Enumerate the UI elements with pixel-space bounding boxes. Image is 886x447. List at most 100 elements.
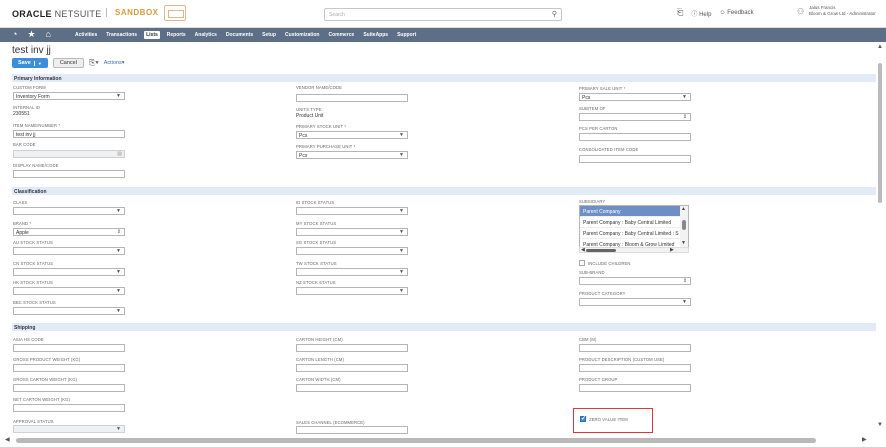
star-icon[interactable]: ★ bbox=[27, 29, 35, 40]
class-select[interactable]: ▼ bbox=[13, 207, 125, 215]
actions-menu[interactable]: Actions▾ bbox=[104, 60, 125, 66]
brand-select[interactable]: Apple ⇕ bbox=[13, 228, 125, 236]
subsidiary-hscrollbar[interactable]: ◀ ▶ bbox=[579, 247, 689, 253]
user-role-icon[interactable]: ⚇ bbox=[797, 7, 804, 16]
button-row: Save ▼ Cancel ⎘▾ Actions▾ bbox=[12, 58, 125, 68]
include-children-checkbox[interactable] bbox=[579, 260, 585, 266]
nav-item-reports[interactable]: Reports bbox=[165, 31, 188, 39]
nav-item-analytics[interactable]: Analytics bbox=[193, 31, 219, 39]
bbc-stock-status-select[interactable]: ▼ bbox=[13, 307, 125, 315]
carton-height-label: CARTON HEIGHT (CM) bbox=[296, 337, 343, 342]
bar-code-label: BAR CODE bbox=[13, 142, 36, 147]
nz-stock-status-select[interactable]: ▼ bbox=[296, 287, 408, 295]
scroll-left-icon[interactable]: ◀ bbox=[581, 247, 585, 253]
primary-sale-unit-select[interactable]: Pcs ▼ bbox=[579, 93, 691, 101]
scroll-thumb[interactable] bbox=[878, 63, 882, 203]
section-primary-information[interactable]: Primary Information bbox=[12, 74, 876, 82]
asia-hs-code-input[interactable] bbox=[13, 344, 125, 352]
product-description-input[interactable] bbox=[579, 364, 691, 372]
carton-length-input[interactable] bbox=[296, 364, 408, 372]
gross-product-weight-input[interactable] bbox=[13, 364, 125, 372]
nav-item-lists[interactable]: Lists bbox=[144, 31, 160, 39]
global-search-input[interactable]: Search ⚲ bbox=[324, 8, 562, 21]
class-label: CLASS bbox=[13, 200, 28, 205]
nav-item-commerce[interactable]: Commerce bbox=[326, 31, 356, 39]
asia-hs-code-label: ASIA HS CODE bbox=[13, 337, 44, 342]
approval-status-select[interactable]: ▼ bbox=[13, 425, 125, 433]
save-button[interactable]: Save ▼ bbox=[12, 58, 48, 68]
cn-stock-status-select[interactable]: ▼ bbox=[13, 268, 125, 276]
scroll-right-icon[interactable]: ▶ bbox=[670, 247, 674, 253]
help-link[interactable]: ⓘ Help bbox=[691, 9, 711, 18]
sub-brand-select[interactable]: ⇕ bbox=[579, 277, 691, 285]
net-carton-weight-input[interactable] bbox=[13, 404, 125, 412]
nav-item-setup[interactable]: Setup bbox=[260, 31, 278, 39]
carton-height-input[interactable] bbox=[296, 344, 408, 352]
nav-item-suiteapps[interactable]: SuiteApps bbox=[361, 31, 390, 39]
cbm-input[interactable] bbox=[579, 344, 691, 352]
subsidiary-multiselect[interactable]: Parent Company Parent Company : Baby Cen… bbox=[579, 205, 689, 249]
gross-carton-weight-input[interactable] bbox=[13, 384, 125, 392]
hk-stock-status-select[interactable]: ▼ bbox=[13, 287, 125, 295]
logo-main: ORACLE bbox=[12, 9, 52, 19]
save-dropdown-icon[interactable]: ▼ bbox=[33, 60, 42, 66]
subsidiary-option[interactable]: Parent Company : Baby Central Limited : … bbox=[580, 228, 680, 239]
section-classification[interactable]: Classification bbox=[12, 187, 876, 195]
display-name-input[interactable] bbox=[13, 170, 125, 178]
oracle-netsuite-logo[interactable]: ORACLE NETSUITE bbox=[12, 9, 102, 19]
section-shipping[interactable]: Shipping bbox=[12, 323, 876, 331]
home-icon[interactable]: ⌂ bbox=[46, 29, 51, 40]
nav-item-activities[interactable]: Activities bbox=[73, 31, 99, 39]
scroll-left-icon[interactable]: ◀ bbox=[5, 436, 10, 443]
item-name-input[interactable]: test inv jj bbox=[13, 130, 125, 138]
product-group-input[interactable] bbox=[579, 384, 691, 392]
vendor-name-input[interactable] bbox=[296, 94, 408, 102]
scroll-down-icon[interactable]: ▼ bbox=[877, 422, 883, 428]
subsidiary-option[interactable]: Parent Company bbox=[580, 206, 680, 217]
primary-purchase-unit-label: PRIMARY PURCHASE UNIT * bbox=[296, 144, 355, 149]
scroll-down-icon[interactable]: ▼ bbox=[681, 240, 686, 246]
cancel-button[interactable]: Cancel bbox=[52, 58, 84, 68]
pcs-per-carton-input[interactable] bbox=[579, 133, 691, 141]
scroll-thumb[interactable] bbox=[586, 249, 616, 252]
au-stock-status-select[interactable]: ▼ bbox=[13, 247, 125, 255]
zero-value-item-checkbox[interactable] bbox=[580, 415, 586, 422]
subsidiary-vscrollbar[interactable]: ▲ ▼ bbox=[680, 206, 688, 248]
user-menu[interactable]: Jalus Francis Bloom & Grow Ltd - Adminis… bbox=[809, 5, 876, 17]
chevron-down-icon: ▼ bbox=[116, 269, 121, 275]
id-stock-status-select[interactable]: ▼ bbox=[296, 207, 408, 215]
product-group-label: PRODUCT GROUP bbox=[579, 377, 618, 382]
bar-code-input[interactable]: ▤ bbox=[13, 150, 125, 158]
primary-stock-unit-select[interactable]: Pcs ▼ bbox=[296, 131, 408, 139]
custom-form-select[interactable]: Inventory Form ▼ bbox=[13, 92, 125, 100]
scroll-thumb[interactable] bbox=[16, 438, 816, 443]
subsidiary-option[interactable]: Parent Company : Baby Central Limited bbox=[580, 217, 680, 228]
nav-item-transactions[interactable]: Transactions bbox=[104, 31, 139, 39]
page-hscrollbar[interactable]: ◀ ▶ bbox=[0, 435, 876, 447]
product-category-select[interactable]: ▼ bbox=[579, 298, 691, 306]
my-stock-status-select[interactable]: ▼ bbox=[296, 228, 408, 236]
nav-item-customization[interactable]: Customization bbox=[283, 31, 321, 39]
subitem-of-select[interactable]: ⇕ bbox=[579, 113, 691, 121]
scroll-up-icon[interactable]: ▲ bbox=[877, 44, 883, 50]
tw-stock-status-select[interactable]: ▼ bbox=[296, 268, 408, 276]
nav-item-documents[interactable]: Documents bbox=[224, 31, 255, 39]
scroll-thumb[interactable] bbox=[682, 220, 686, 230]
sg-stock-status-select[interactable]: ▼ bbox=[296, 247, 408, 255]
recent-records-icon[interactable]: ⎗ bbox=[677, 8, 683, 18]
pcs-per-carton-label: PCS PER CARTON bbox=[579, 126, 618, 131]
scroll-right-icon[interactable]: ▶ bbox=[862, 436, 867, 443]
recent-icon[interactable]: ◔ bbox=[12, 29, 17, 40]
consolidated-code-input[interactable] bbox=[579, 155, 691, 163]
chevron-down-icon: ▼ bbox=[399, 288, 404, 294]
nav-item-support[interactable]: Support bbox=[395, 31, 418, 39]
primary-purchase-unit-select[interactable]: Pcs ▼ bbox=[296, 151, 408, 159]
search-icon[interactable]: ⚲ bbox=[552, 10, 557, 18]
sales-channel-input[interactable] bbox=[296, 426, 408, 434]
attach-icon[interactable]: ⎘▾ bbox=[89, 58, 99, 68]
carton-width-input[interactable] bbox=[296, 384, 408, 392]
feedback-link[interactable]: ☺ Feedback bbox=[719, 10, 753, 16]
page-vscrollbar[interactable]: ▲ ▼ bbox=[876, 44, 886, 434]
scroll-up-icon[interactable]: ▲ bbox=[681, 206, 686, 212]
chevron-down-icon: ▼ bbox=[399, 269, 404, 275]
